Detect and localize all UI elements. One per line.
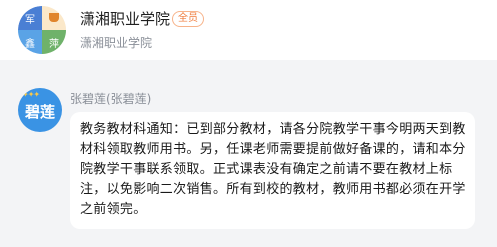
group-avatar-member xyxy=(42,6,66,30)
group-subtitle: 潇湘职业学院 xyxy=(80,36,153,50)
message-list: ✦✦✦ 碧莲 张碧莲(张碧莲) 教务教材科通知：已到部分教材，请各分院教学干事今… xyxy=(0,60,497,247)
avatar-text: 碧莲 xyxy=(24,103,55,121)
group-name: 潇湘职业学院 xyxy=(80,10,171,28)
group-avatar-member: 军 xyxy=(18,6,42,30)
member-badge: 全员 xyxy=(172,11,204,27)
sender-avatar[interactable]: ✦✦✦ 碧莲 xyxy=(18,88,62,132)
group-avatar[interactable]: 军 鑫 萍 xyxy=(18,6,66,54)
message-text: 教务教材科通知：已到部分教材，请各分院教学干事今明两天到教材科领取教师用书。另，… xyxy=(80,122,466,217)
group-avatar-member: 萍 xyxy=(42,30,66,54)
message-bubble[interactable]: 教务教材科通知：已到部分教材，请各分院教学干事今明两天到教材科领取教师用书。另，… xyxy=(70,112,475,229)
group-avatar-member: 鑫 xyxy=(18,30,42,54)
chat-header: 军 鑫 萍 潇湘职业学院 全员 潇湘职业学院 xyxy=(0,0,497,60)
sender-name: 张碧莲(张碧莲) xyxy=(70,92,152,106)
cup-icon xyxy=(49,13,59,22)
avatar-decoration-icon: ✦✦✦ xyxy=(22,90,40,99)
